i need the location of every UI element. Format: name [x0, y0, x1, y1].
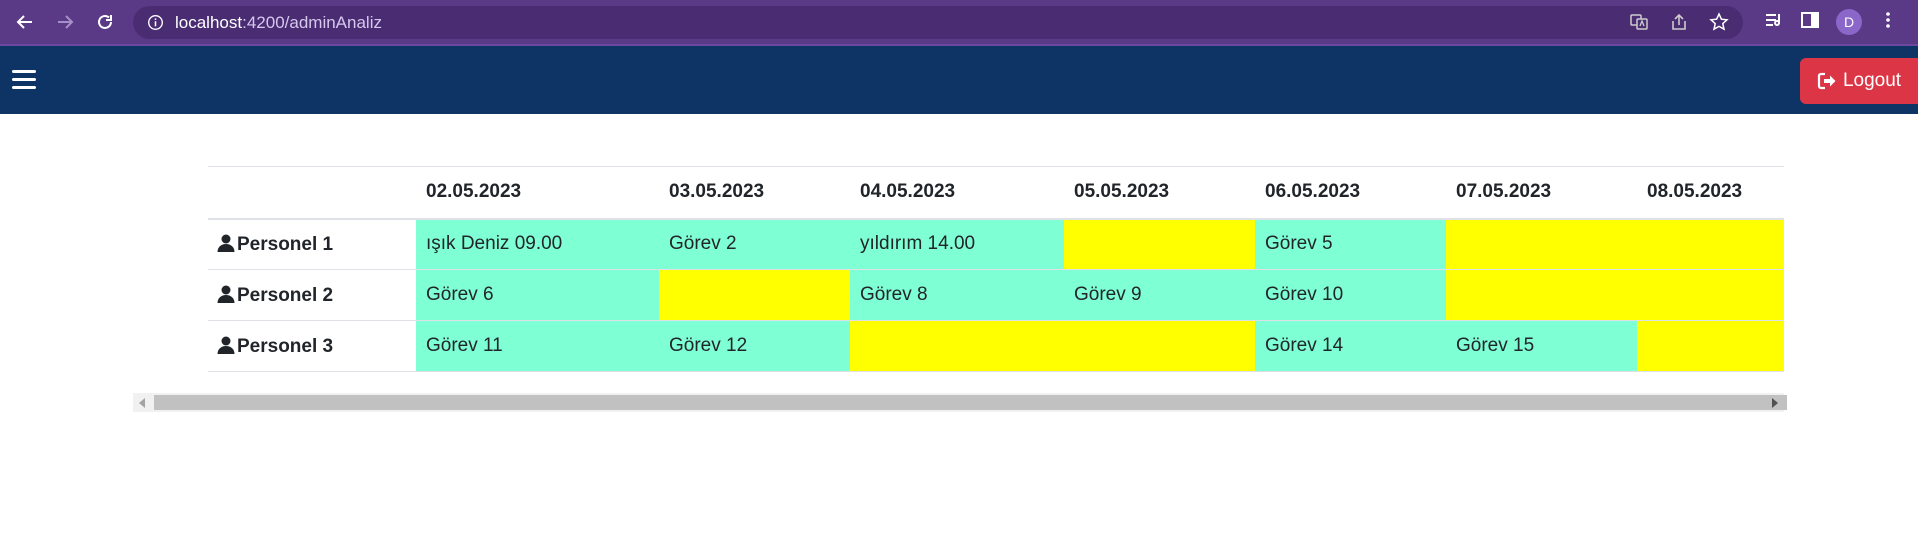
scroll-right-arrow[interactable] [1772, 398, 1778, 408]
date-header: 08.05.2023 [1637, 166, 1784, 220]
task-cell[interactable]: Görev 14 [1255, 320, 1446, 372]
personnel-name: Personel 2 [208, 270, 416, 321]
table-row: Personel 2 Görev 6 Görev 8 Görev 9 Görev 10 [208, 269, 1784, 321]
empty-cell[interactable] [659, 269, 850, 321]
task-cell[interactable]: Görev 6 [416, 269, 659, 321]
forward-button[interactable] [51, 8, 79, 36]
task-cell[interactable]: Görev 5 [1255, 218, 1446, 270]
empty-cell[interactable] [1064, 218, 1255, 270]
user-icon [217, 234, 235, 252]
url-text[interactable]: localhost:4200/adminAnaliz [175, 13, 382, 33]
empty-cell[interactable] [1064, 320, 1255, 372]
reload-icon [98, 14, 112, 29]
task-cell[interactable]: yıldırım 14.00 [850, 218, 1064, 270]
address-bar[interactable]: localhost:4200/adminAnaliz [133, 6, 1743, 39]
date-header: 05.05.2023 [1064, 166, 1255, 220]
hamburger-icon[interactable] [12, 70, 36, 90]
empty-cell[interactable] [1637, 218, 1784, 270]
table-row: Personel 3 Görev 11 Görev 12 Görev 14 Görev … [208, 320, 1784, 372]
arrow-right-icon [58, 15, 74, 29]
date-header: 03.05.2023 [659, 166, 850, 220]
task-cell[interactable]: Görev 10 [1255, 269, 1446, 321]
task-cell[interactable]: Görev 11 [416, 320, 659, 372]
task-cell[interactable]: Görev 12 [659, 320, 850, 372]
profile-avatar[interactable]: D [1836, 9, 1862, 35]
empty-cell[interactable] [1637, 320, 1784, 372]
date-header: 04.05.2023 [850, 166, 1064, 220]
empty-cell[interactable] [1446, 269, 1637, 321]
app-navbar: Logout [0, 46, 1918, 114]
side-panel-icon[interactable] [1800, 10, 1820, 35]
back-button[interactable] [11, 8, 39, 36]
personnel-label: Personel 2 [237, 284, 334, 306]
personnel-label: Personel 1 [237, 233, 334, 255]
personnel-name: Personel 1 [208, 219, 416, 270]
empty-cell[interactable] [1637, 269, 1784, 321]
user-icon [217, 336, 235, 354]
browser-toolbar: localhost:4200/adminAnaliz D [0, 0, 1918, 46]
personnel-label: Personel 3 [237, 335, 334, 357]
star-icon[interactable] [1709, 12, 1729, 32]
share-icon[interactable] [1669, 12, 1689, 32]
scrollbar-thumb[interactable] [154, 395, 1787, 410]
date-header: 06.05.2023 [1255, 166, 1446, 220]
user-icon [217, 285, 235, 303]
info-icon[interactable] [147, 14, 164, 31]
schedule-table-container: 02.05.2023 03.05.2023 04.05.2023 05.05.2… [208, 166, 1784, 372]
horizontal-scrollbar[interactable] [133, 393, 1787, 412]
more-vert-icon[interactable] [1878, 10, 1898, 35]
personnel-name: Personel 3 [208, 321, 416, 372]
url-host: localhost [175, 13, 243, 32]
sign-out-icon [1817, 72, 1836, 90]
scroll-left-arrow[interactable] [139, 398, 145, 408]
table-row: Personel 1 ışık Deniz 09.00 Görev 2 yıldırı… [208, 218, 1784, 270]
reading-list-icon[interactable] [1764, 10, 1784, 35]
empty-cell[interactable] [1446, 218, 1637, 270]
date-header: 07.05.2023 [1446, 166, 1637, 220]
task-cell[interactable]: Görev 15 [1446, 320, 1637, 372]
translate-icon[interactable] [1629, 12, 1649, 32]
task-cell[interactable]: Görev 9 [1064, 269, 1255, 321]
table-header-row: 02.05.2023 03.05.2023 04.05.2023 05.05.2… [208, 166, 1784, 220]
task-cell[interactable]: Görev 2 [659, 218, 850, 270]
empty-cell[interactable] [850, 320, 1064, 372]
header-empty [208, 166, 416, 220]
reload-button[interactable] [91, 8, 119, 36]
arrow-left-icon [16, 15, 32, 29]
schedule-table: 02.05.2023 03.05.2023 04.05.2023 05.05.2… [208, 166, 1784, 372]
logout-label: Logout [1842, 70, 1902, 91]
logout-button[interactable]: Logout [1800, 58, 1918, 104]
task-cell[interactable]: ışık Deniz 09.00 [416, 218, 659, 270]
date-header: 02.05.2023 [416, 166, 659, 220]
task-cell[interactable]: Görev 8 [850, 269, 1064, 321]
url-path: :4200/adminAnaliz [242, 13, 382, 32]
